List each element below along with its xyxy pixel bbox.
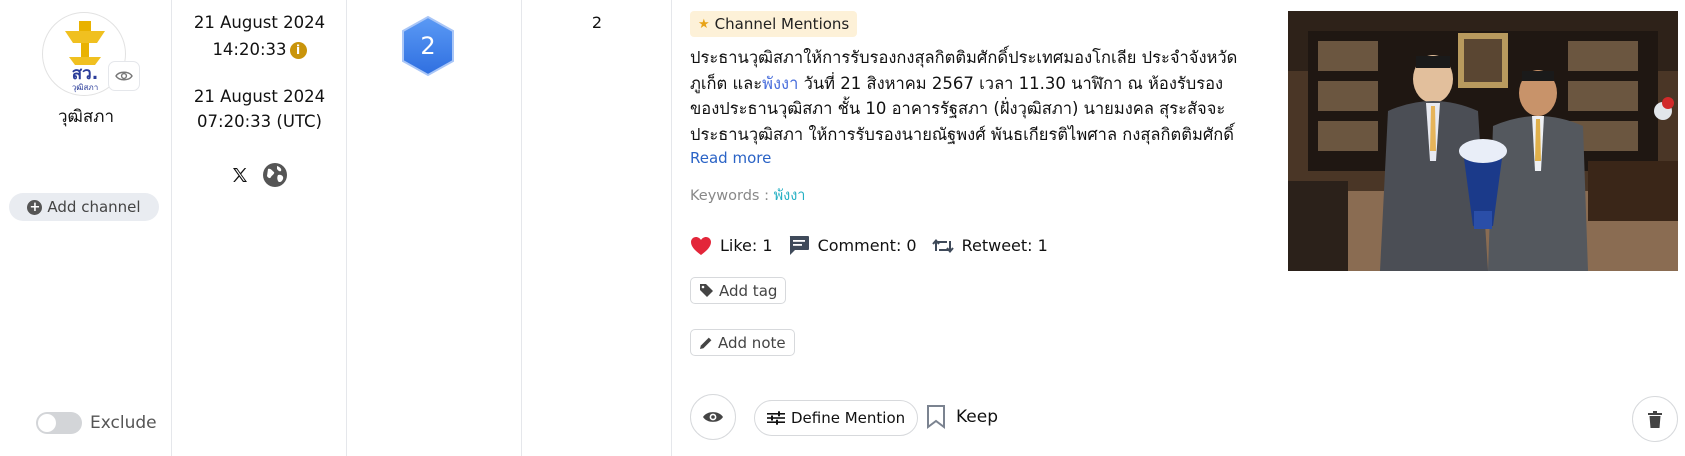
pencil-icon: [700, 337, 712, 349]
keywords-label: Keywords :: [690, 188, 769, 204]
source-icons: [172, 162, 347, 188]
add-tag-button[interactable]: Add tag: [690, 277, 787, 304]
eye-icon: [115, 71, 133, 81]
comment-icon: [789, 236, 809, 255]
svg-text:สว.: สว.: [72, 64, 98, 84]
exclude-label: Exclude: [90, 413, 157, 433]
local-time: 14:20:33: [212, 40, 287, 59]
star-icon: ★: [698, 16, 710, 32]
retweet-label: Retweet: 1: [961, 236, 1048, 255]
local-time-row: 14:20:33 i: [172, 36, 347, 63]
add-note-label: Add note: [718, 333, 786, 352]
utc-date: 21 August 2024: [193, 87, 326, 106]
add-channel-button[interactable]: + Add channel: [9, 193, 159, 221]
heart-icon: [691, 236, 711, 255]
retweet-stat: Retweet: 1: [931, 236, 1048, 255]
highlighted-keyword: พังงา: [762, 73, 799, 93]
rank-column: 2: [347, 0, 522, 456]
define-mention-button[interactable]: Define Mention: [754, 400, 919, 436]
comment-label: Comment: 0: [817, 236, 917, 255]
tag-icon: [700, 284, 713, 297]
datetime-column: 21 August 2024 14:20:33 i 21 August 2024 …: [172, 0, 347, 456]
keywords-value: พังงา: [773, 188, 806, 204]
engagement-stats: Like: 1 Comment: 0 Retweet: 1: [690, 235, 1063, 256]
post-photo-illustration: [1288, 11, 1678, 271]
local-date: 21 August 2024: [193, 13, 326, 32]
exclude-toggle-row: Exclude: [36, 412, 157, 434]
add-channel-label: Add channel: [47, 198, 141, 216]
count-column: 2: [522, 0, 672, 456]
add-tag-label: Add tag: [719, 281, 778, 300]
utc-datetime: 21 August 2024 07:20:33 (UTC): [172, 84, 347, 134]
plus-circle-icon: +: [27, 199, 43, 215]
preview-eye-button[interactable]: [108, 61, 140, 91]
read-more-link[interactable]: Read more: [690, 149, 771, 167]
exclude-toggle[interactable]: [36, 412, 82, 434]
svg-text:วุฒิสภา: วุฒิสภา: [72, 83, 98, 92]
globe-icon[interactable]: [262, 162, 288, 188]
bookmark-icon: [927, 405, 945, 429]
like-stat: Like: 1: [690, 236, 773, 256]
view-button[interactable]: [690, 394, 736, 440]
badge-label: Channel Mentions: [714, 15, 850, 33]
define-mention-label: Define Mention: [791, 409, 906, 427]
eye-icon: [703, 412, 723, 422]
add-note-button[interactable]: Add note: [690, 329, 795, 356]
info-icon[interactable]: i: [289, 42, 307, 59]
sliders-icon: [767, 411, 785, 425]
delete-button[interactable]: [1632, 396, 1678, 442]
comment-stat: Comment: 0: [788, 235, 917, 256]
rank-value: 2: [420, 32, 436, 60]
keywords-row: Keywords : พังงา: [690, 184, 805, 207]
content-column: ★ Channel Mentions ประธานวุฒิสภาให้การรั…: [672, 0, 1685, 456]
local-datetime: 21 August 2024 14:20:33 i: [172, 9, 347, 63]
channel-name: วุฒิสภา: [57, 107, 115, 127]
post-text: ประธานวุฒิสภาให้การรับรองกงสุลกิตติมศักด…: [690, 45, 1250, 147]
trash-icon: [1648, 410, 1662, 428]
x-icon[interactable]: [232, 167, 248, 183]
post-image[interactable]: [1288, 11, 1678, 271]
keep-button[interactable]: Keep: [926, 405, 998, 429]
channel-mentions-badge: ★ Channel Mentions: [690, 11, 858, 37]
like-label: Like: 1: [720, 236, 773, 255]
channel-column: สว. วุฒิสภา วุฒิสภา + Add channel Exclud…: [0, 0, 172, 456]
retweet-icon: [931, 238, 954, 253]
utc-time: 07:20:33 (UTC): [197, 112, 322, 131]
mention-count: 2: [591, 13, 603, 32]
keep-label: Keep: [956, 407, 999, 427]
